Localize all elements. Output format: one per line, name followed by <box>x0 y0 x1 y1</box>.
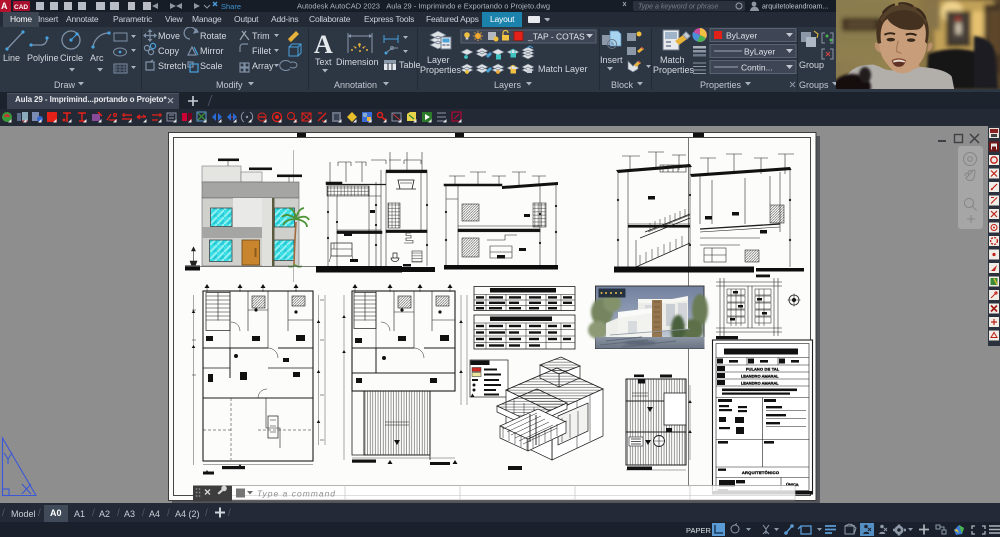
svg-text:LEANDRO AMARAL: LEANDRO AMARAL <box>741 382 779 386</box>
svg-text:Insert: Insert <box>600 55 623 65</box>
svg-text:Match: Match <box>660 55 685 65</box>
svg-text:LEANDRO AMARAL: LEANDRO AMARAL <box>741 375 779 379</box>
svg-text:FULANO DE TAL: FULANO DE TAL <box>746 368 779 372</box>
svg-text:Block: Block <box>611 80 634 90</box>
svg-text:Modify: Modify <box>216 80 243 90</box>
svg-text:Contin...: Contin... <box>741 63 773 73</box>
svg-text:Copy: Copy <box>158 46 180 56</box>
svg-text:Annotation: Annotation <box>334 80 377 90</box>
svg-text:Polyline: Polyline <box>27 53 59 63</box>
svg-text:Layers: Layers <box>494 80 522 90</box>
svg-text:Line: Line <box>3 53 20 63</box>
svg-text:Group: Group <box>799 60 824 70</box>
svg-text:Draw: Draw <box>54 80 76 90</box>
svg-text:ByLayer: ByLayer <box>726 31 757 41</box>
svg-text:Match Layer: Match Layer <box>538 64 588 74</box>
svg-text:Share: Share <box>221 2 241 11</box>
svg-text:Properties: Properties <box>700 80 742 90</box>
svg-text:A: A <box>314 30 333 59</box>
svg-text:PAPER: PAPER <box>686 526 711 535</box>
svg-text:CAD: CAD <box>14 4 28 11</box>
svg-text:ByLayer: ByLayer <box>744 47 775 57</box>
svg-text:Move: Move <box>158 31 180 41</box>
svg-text:Stretch: Stretch <box>158 61 187 71</box>
svg-text:Type a keyword or phrase: Type a keyword or phrase <box>638 4 719 11</box>
svg-text:Array: Array <box>252 61 274 71</box>
svg-text:Autodesk AutoCAD 2023 Aula 2: Autodesk AutoCAD 2023 Aula 29 - Imprimin… <box>297 2 550 11</box>
svg-text:ARQUITETÔNICO: ARQUITETÔNICO <box>742 470 779 475</box>
svg-text:Rotate: Rotate <box>200 31 227 41</box>
svg-text:A: A <box>1 1 8 11</box>
svg-text:_TAP - COTAS: _TAP - COTAS <box>527 32 585 42</box>
svg-text:Properties: Properties <box>653 65 695 75</box>
svg-text:Fillet: Fillet <box>252 46 272 56</box>
svg-text:Layer: Layer <box>427 55 450 65</box>
svg-text:Table: Table <box>399 60 421 70</box>
svg-text:Type a command: Type a command <box>257 489 336 499</box>
svg-text:Arc: Arc <box>90 53 104 63</box>
svg-text:Mirror: Mirror <box>200 46 224 56</box>
svg-text:arquitetoleandroam...: arquitetoleandroam... <box>762 4 828 11</box>
svg-text:Scale: Scale <box>200 61 223 71</box>
svg-text:Circle: Circle <box>60 53 83 63</box>
svg-text:Properties: Properties <box>420 65 462 75</box>
svg-text:Groups: Groups <box>799 80 829 90</box>
svg-text:Trim: Trim <box>252 31 270 41</box>
svg-text:Dimension: Dimension <box>336 57 379 67</box>
svg-text:Text: Text <box>315 57 332 67</box>
